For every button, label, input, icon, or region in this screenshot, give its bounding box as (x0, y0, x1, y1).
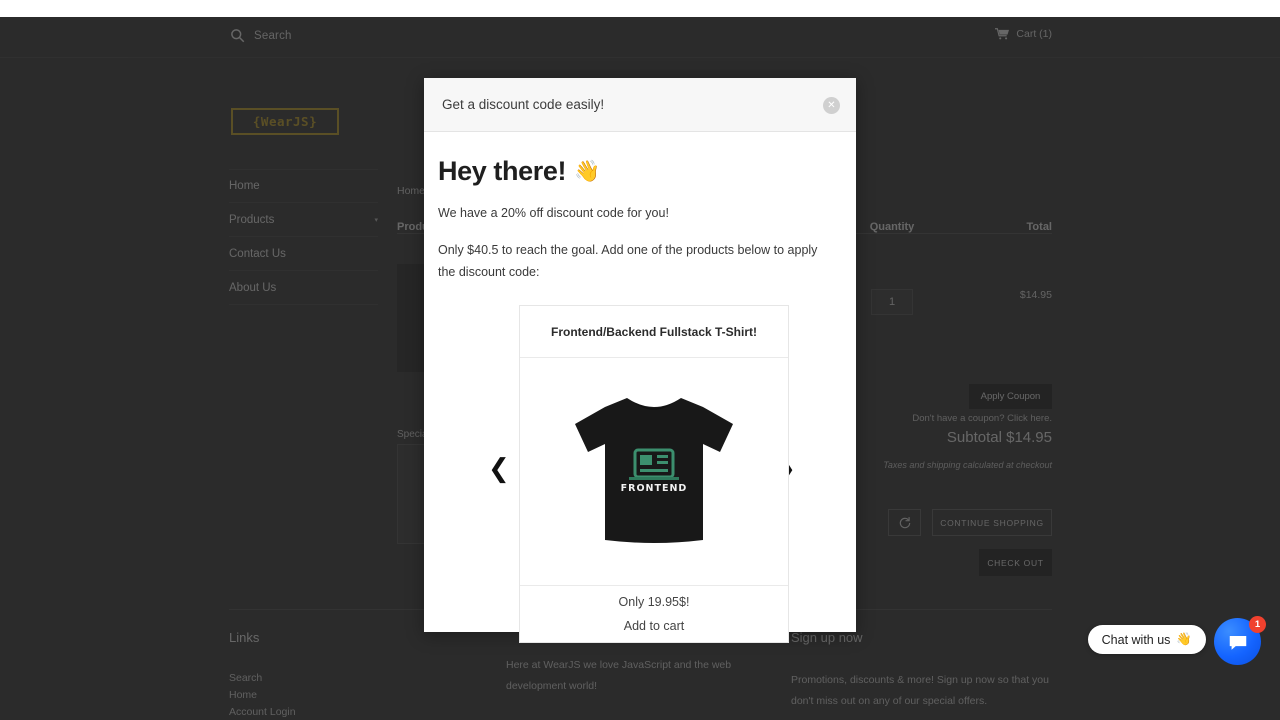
modal-body: Hey there! 👋 We have a 20% off discount … (424, 132, 856, 643)
chevron-left-icon[interactable]: ❮ (488, 456, 510, 482)
waving-hand-icon: 👋 (574, 159, 600, 183)
product-carousel: ❮ ❯ Frontend/Backend Fullstack T-Shirt! (438, 305, 842, 643)
coupon-help-link[interactable]: Don't have a coupon? Click here. (912, 413, 1052, 424)
sidebar-item-label: Products (229, 213, 275, 226)
footer-signup-text: Promotions, discounts & more! Sign up no… (791, 674, 1049, 707)
cart-icon (995, 28, 1010, 40)
refresh-cart-button[interactable] (888, 509, 921, 536)
search-label: Search (254, 29, 292, 42)
sidebar-item-label: Contact Us (229, 247, 286, 260)
footer-links-column: Links Search Home Account Login (229, 630, 409, 720)
apply-coupon-button[interactable]: Apply Coupon (969, 384, 1052, 409)
quantity-value[interactable]: 1 (871, 289, 913, 315)
product-price: Only 19.95$! (618, 595, 690, 609)
check-out-button[interactable]: CHECK OUT (979, 549, 1052, 576)
continue-shopping-button[interactable]: CONTINUE SHOPPING (932, 509, 1052, 536)
cart-label: Cart (1) (1016, 28, 1052, 40)
modal-heading: Hey there! 👋 (438, 156, 842, 187)
add-to-cart-button[interactable]: Add to cart (520, 619, 788, 633)
sidebar-item-label: Home (229, 180, 260, 192)
modal-discount-line: We have a 20% off discount code for you! (438, 206, 669, 220)
tax-shipping-note: Taxes and shipping calculated at checkou… (883, 460, 1052, 470)
footer-link-search[interactable]: Search (229, 670, 409, 687)
waving-hand-icon: 👋 (1176, 632, 1192, 646)
sidebar-item-products[interactable]: Products ▾ (229, 203, 378, 237)
sidebar-item-about-us[interactable]: About Us (229, 271, 378, 305)
modal-goal-line: Only $40.5 to reach the goal. Add one of… (438, 243, 818, 279)
sidebar-nav: Home Products ▾ Contact Us About Us (229, 169, 378, 305)
chat-pill-label: Chat with us (1101, 632, 1171, 647)
cart-link[interactable]: Cart (1) (995, 28, 1052, 40)
svg-text:FRONTEND: FRONTEND (621, 483, 688, 494)
row-total: $14.95 (1019, 289, 1052, 301)
modal-title: Get a discount code easily! (442, 97, 605, 112)
search-control[interactable]: Search (230, 28, 292, 43)
footer-link-account-login[interactable]: Account Login (229, 704, 409, 720)
product-card-footer: Only 19.95$! Add to cart (520, 586, 788, 642)
chevron-down-icon: ▾ (374, 216, 378, 224)
sidebar-item-contact-us[interactable]: Contact Us (229, 237, 378, 271)
product-title: Frontend/Backend Fullstack T-Shirt! (550, 324, 758, 339)
column-header-total: Total (1026, 221, 1052, 233)
discount-modal: Get a discount code easily! ✕ Hey there!… (424, 78, 856, 643)
subtotal-amount: Subtotal $14.95 (946, 429, 1052, 446)
logo-text: {WearJS} (252, 114, 318, 129)
sidebar-item-label: About Us (229, 281, 277, 294)
chat-bubble-icon (1229, 635, 1246, 650)
product-image[interactable]: FRONTEND (520, 358, 788, 586)
modal-header: Get a discount code easily! ✕ (424, 78, 856, 132)
search-icon (231, 29, 245, 43)
product-card-header: Frontend/Backend Fullstack T-Shirt! (520, 306, 788, 358)
footer-about-text: Here at WearJS we love JavaScript and th… (506, 659, 732, 692)
sidebar-item-home[interactable]: Home (229, 169, 378, 203)
close-icon[interactable]: ✕ (823, 97, 840, 114)
footer-link-home[interactable]: Home (229, 687, 409, 704)
footer-heading-links: Links (229, 630, 260, 645)
top-bar: Search Cart (1) (0, 17, 1280, 58)
refresh-icon (899, 516, 910, 528)
chat-prompt-pill[interactable]: Chat with us 👋 (1087, 625, 1206, 654)
tshirt-icon: FRONTEND (575, 397, 733, 543)
site-logo[interactable]: {WearJS} (231, 108, 339, 135)
modal-heading-text: Hey there! (438, 156, 567, 186)
chat-unread-badge: 1 (1249, 616, 1266, 633)
product-card: Frontend/Backend Fullstack T-Shirt! FRON… (519, 305, 789, 643)
breadcrumb[interactable]: Home (397, 185, 425, 197)
